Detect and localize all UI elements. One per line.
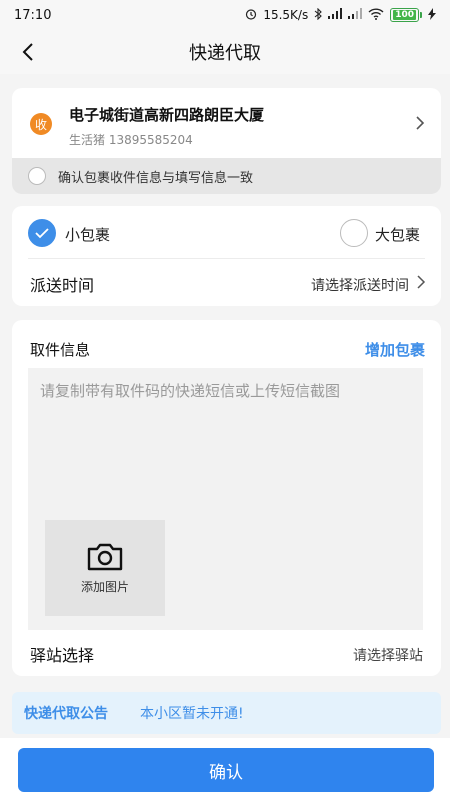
signal-icon: [328, 8, 343, 22]
delivery-time-row[interactable]: 派送时间 请选择派送时间: [12, 259, 441, 306]
notice-text: 本小区暂未开通!: [140, 706, 244, 722]
add-image-label: 添加图片: [80, 579, 129, 594]
delivery-time-value: 请选择派送时间: [311, 278, 409, 294]
confirm-info-label: 确认包裹收件信息与填写信息一致: [58, 170, 254, 186]
address-card: 收 电子城街道高新四路朗臣大厦 生活猪 13895585204 确认包裹收件信息…: [12, 88, 441, 194]
delivery-time-label: 派送时间: [30, 276, 95, 295]
address-contact: 生活猪 13895585204: [69, 133, 193, 147]
address-selector[interactable]: 收 电子城街道高新四路朗臣大厦 生活猪 13895585204: [12, 88, 441, 158]
small-package-radio[interactable]: [28, 219, 56, 247]
wifi-icon: [368, 7, 384, 23]
bottom-bar: 确认: [0, 738, 450, 800]
address-title: 电子城街道高新四路朗臣大厦: [69, 106, 265, 124]
signal-icon-2: [348, 8, 363, 22]
nav-bar: 快递代取: [0, 30, 450, 74]
alarm-icon: [245, 8, 257, 23]
add-image-button[interactable]: 添加图片: [45, 520, 165, 616]
check-icon: [35, 228, 49, 239]
small-package-label[interactable]: 小包裹: [65, 224, 110, 245]
pickup-info-card: 取件信息 增加包裹 请复制带有取件码的快递短信或上传短信截图 添加图片 驿站选择…: [12, 320, 441, 676]
status-icons: 15.5K/s 100: [245, 7, 436, 23]
add-package-button[interactable]: 增加包裹: [365, 339, 425, 360]
chevron-left-icon: [22, 43, 33, 61]
large-package-label[interactable]: 大包裹: [375, 224, 420, 245]
camera-icon: [87, 543, 123, 570]
bluetooth-icon: [314, 7, 323, 23]
battery-icon: 100: [390, 8, 422, 22]
status-bar: 17:10 15.5K/s 100: [0, 0, 450, 30]
confirm-info-checkbox[interactable]: [28, 167, 46, 185]
chevron-right-icon: [416, 116, 425, 130]
notice-banner: 快递代取公告 本小区暂未开通!: [12, 692, 441, 734]
station-select-label: 驿站选择: [30, 646, 95, 665]
pickup-info-title: 取件信息: [30, 341, 91, 359]
receive-badge: 收: [30, 113, 52, 135]
confirm-info-checkbox-row[interactable]: 确认包裹收件信息与填写信息一致: [12, 158, 441, 194]
chevron-right-icon: [417, 275, 426, 289]
battery-level: 100: [393, 10, 416, 20]
large-package-radio[interactable]: [340, 219, 368, 247]
status-time: 17:10: [14, 7, 52, 23]
sms-input[interactable]: 请复制带有取件码的快递短信或上传短信截图 添加图片: [28, 368, 423, 630]
notice-title: 快递代取公告: [24, 706, 108, 722]
package-card: 小包裹 大包裹 派送时间 请选择派送时间: [12, 206, 441, 306]
charging-icon: [428, 7, 436, 23]
page-title: 快递代取: [189, 43, 261, 64]
back-button[interactable]: [12, 36, 44, 68]
package-type-row: 小包裹 大包裹: [12, 206, 441, 258]
sms-placeholder: 请复制带有取件码的快递短信或上传短信截图: [40, 382, 341, 400]
station-select-value[interactable]: 请选择驿站: [353, 645, 423, 665]
net-speed: 15.5K/s: [263, 8, 309, 22]
confirm-button[interactable]: 确认: [18, 748, 434, 792]
